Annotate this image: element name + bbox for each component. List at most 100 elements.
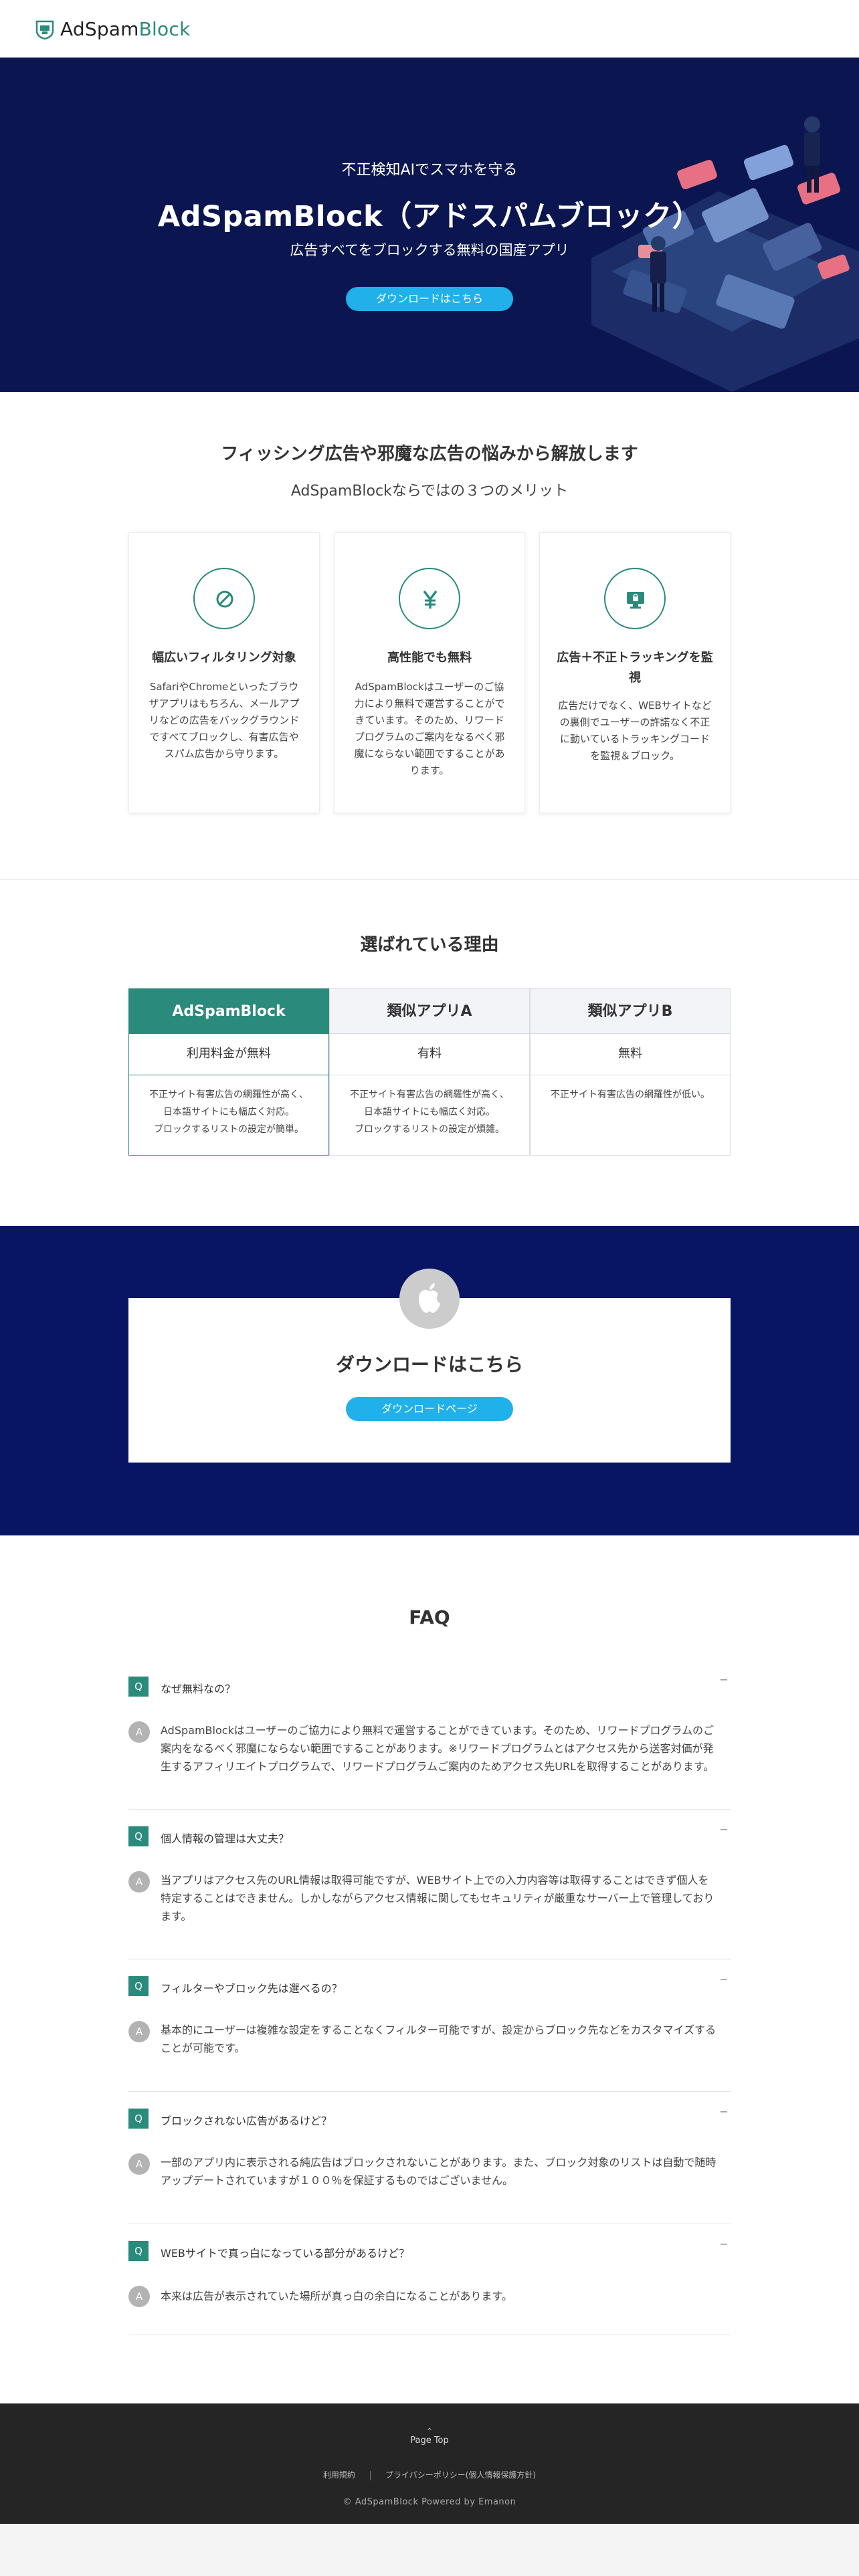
merit-card-line: リなどの広告をバックグラウンド — [149, 714, 300, 726]
faq-question: 個人情報の管理は大丈夫？ — [161, 1832, 290, 1845]
merit-card-title-line: 広告＋不正トラッキングを監 — [557, 651, 713, 665]
collapse-toggle-icon[interactable]: − — [717, 1824, 731, 1838]
site-footer: ^ Page Top 利用規約 プライバシーポリシー(個人情報保護方針) © Ad… — [0, 2403, 859, 2524]
card-icon-circle — [604, 568, 666, 629]
merit-card-text: 広告だけでなく、WEBサイトなど の裏側でユーザーの許諾なく不正 に動いているト… — [555, 697, 715, 764]
faq-item: Q 個人情報の管理は大丈夫？ − A 当アプリはアクセス先のURL情報は取得可能… — [128, 1824, 731, 1959]
comparison-line: 不正サイト有害広告の網羅性が低い。 — [551, 1089, 710, 1100]
faq-question-row[interactable]: Q 個人情報の管理は大丈夫？ − — [128, 1824, 731, 1848]
question-badge: Q — [128, 1976, 149, 1996]
faq-answer-line: AdSpamBlockはユーザーのご協力により無料で運営することができています。… — [161, 1724, 714, 1737]
merit-card-title: 高性能でも無料 — [387, 651, 472, 665]
reasons-title: 選ばれている理由 — [360, 935, 499, 955]
apple-icon — [418, 1283, 440, 1313]
comparison-column-app-a: 類似アプリA 有料 不正サイト有害広告の網羅性が高く、 日本語サイトにも幅広く対… — [329, 988, 530, 1156]
merit-card-line: ります。 — [409, 764, 450, 776]
merit-card-line: AdSpamBlockはユーザーのご協 — [355, 681, 504, 693]
merit-card-filtering: 幅広いフィルタリング対象 SafariやChromeといったブラウ ザアプリはも… — [128, 532, 320, 813]
collapse-toggle-icon[interactable]: − — [717, 1675, 731, 1688]
logo-ad: Ad — [60, 18, 85, 40]
faq-answer-line: 基本的にユーザーは複雑な設定をすることなくフィルター可能ですが、設定からブロック… — [161, 2024, 717, 2036]
comparison-price: 有料 — [329, 1034, 530, 1075]
merit-card-title-line: 視 — [629, 671, 641, 685]
comparison-line: 不正サイト有害広告の網羅性が高く、 — [350, 1089, 509, 1100]
monitor-lock-icon — [627, 592, 644, 609]
merit-card-text: AdSpamBlockはユーザーのご協 力により無料で運営することがで きていま… — [349, 679, 510, 779]
faq-question: フィルターやブロック先は選べるの？ — [161, 1982, 343, 1995]
merit-card-line: 広告だけでなく、WEBサイトなど — [558, 700, 712, 712]
collapse-toggle-icon[interactable]: − — [717, 2239, 731, 2252]
collapse-toggle-icon[interactable]: − — [717, 1974, 731, 1988]
hero-tagline: 広告すべてをブロックする無料の国産アプリ — [290, 242, 569, 258]
download-title: ダウンロードはこちら — [335, 1354, 523, 1376]
faq-answer-line: 一部のアプリ内に表示される純広告はブロックされないことがあります。また、ブロック… — [161, 2156, 717, 2169]
logo-spam: Spam — [84, 18, 139, 40]
comparison-description: 不正サイト有害広告の網羅性が高く、 日本語サイトにも幅広く対応。 ブロックするリ… — [329, 1075, 530, 1156]
faq-answer-line: 特定することはできません。しかしながらアクセス情報に関してもセキュリティが厳重な… — [161, 1892, 714, 1905]
download-page-button[interactable]: ダウンロードページ — [346, 1397, 513, 1421]
comparison-header: 類似アプリA — [329, 988, 530, 1034]
faq-question-row[interactable]: Q ブロックされない広告があるけど？ − — [128, 2107, 731, 2131]
footer-link-divider — [369, 2470, 371, 2480]
hero-title: AdSpamBlock（アドスパムブロック） — [157, 200, 702, 233]
merit-card-line: きています。そのため、リワード — [355, 714, 504, 726]
comparison-price: 無料 — [530, 1034, 731, 1075]
download-section: ダウンロードはこちら ダウンロードページ — [0, 1226, 859, 1535]
answer-badge: A — [128, 1721, 150, 1743]
collapse-toggle-icon[interactable]: − — [717, 2107, 731, 2120]
page-top-link[interactable]: ^ Page Top — [396, 2428, 463, 2446]
faq-answer-line: 生するアフィリエイトプログラムで、リワードプログラムご案内のためアクセス先URL… — [161, 1760, 714, 1773]
faq-answer: 基本的にユーザーは複雑な設定をすることなくフィルター可能ですが、設定からブロック… — [161, 2021, 720, 2057]
copyright: © AdSpamBlock Powered by Emanon — [343, 2497, 516, 2507]
hero-download-button[interactable]: ダウンロードはこちら — [346, 287, 513, 311]
faq-question: WEBサイトで真っ白になっている部分があるけど？ — [161, 2247, 410, 2260]
merit-card-line: に動いているトラッキングコード — [559, 733, 710, 745]
faq-question-row[interactable]: Q なぜ無料なの？ − — [128, 1675, 731, 1699]
faq-answer-line: 案内をなるべく邪魔にならない範囲ですることがあります。※リワードプログラムとはア… — [161, 1742, 714, 1755]
comparison-column-adspamblock: AdSpamBlock 利用料金が無料 不正サイト有害広告の網羅性が高く、 日本… — [128, 988, 329, 1156]
faq-answer-line: ことが可能です。 — [161, 2042, 246, 2054]
apple-badge — [399, 1269, 460, 1329]
shield-logo-icon — [35, 20, 54, 39]
merits-title: フィッシング広告や邪魔な広告の悩みから解放します — [221, 444, 638, 464]
comparison-line: ブロックするリストの設定が煩雑。 — [355, 1124, 504, 1135]
merit-card-free: 高性能でも無料 AdSpamBlockはユーザーのご協 力により無料で運営するこ… — [334, 532, 525, 813]
card-icon-circle — [193, 568, 255, 629]
card-icon-circle — [399, 568, 460, 629]
faq-question-row[interactable]: Q フィルターやブロック先は選べるの？ − — [128, 1974, 731, 1998]
comparison-line: 不正サイト有害広告の網羅性が高く、 — [149, 1089, 308, 1100]
comparison-header: 類似アプリB — [530, 988, 731, 1034]
merits-subtitle: AdSpamBlockならではの３つのメリット — [290, 483, 569, 500]
merit-card-line: 魔にならない範囲ですることがあ — [354, 748, 505, 760]
block-icon — [216, 591, 233, 608]
logo-text: AdSpamBlock — [60, 18, 190, 40]
faq-answer-line: 本来は広告が表示されていた場所が真っ白の余白になることがあります。 — [161, 2290, 512, 2302]
merit-card-line: SafariやChromeといったブラウ — [149, 681, 299, 693]
site-logo[interactable]: AdSpamBlock — [35, 18, 190, 40]
question-badge: Q — [128, 1677, 149, 1697]
footer-links: 利用規約 プライバシーポリシー(個人情報保護方針) — [0, 2469, 859, 2480]
answer-badge: A — [128, 1871, 150, 1893]
faq-question: なぜ無料なの？ — [161, 1683, 236, 1695]
faq-answer-line: ます。 — [161, 1910, 192, 1923]
faq-answer: 一部のアプリ内に表示される純広告はブロックされないことがあります。また、ブロック… — [161, 2153, 720, 2189]
page-top-label: Page Top — [410, 2436, 449, 2446]
faq-item: Q なぜ無料なの？ − A AdSpamBlockはユーザーのご協力により無料で… — [128, 1675, 731, 1810]
comparison-price: 利用料金が無料 — [128, 1034, 329, 1075]
comparison-line: 日本語サイトにも幅広く対応。 — [364, 1107, 495, 1117]
merit-card-title: 幅広いフィルタリング対象 — [152, 651, 296, 665]
hero-subtitle: 不正検知AIでスマホを守る — [341, 162, 518, 179]
comparison-description: 不正サイト有害広告の網羅性が低い。 — [530, 1075, 731, 1156]
comparison-column-app-b: 類似アプリB 無料 不正サイト有害広告の網羅性が低い。 — [530, 988, 731, 1156]
merit-card-line: スパム広告から守ります。 — [164, 748, 284, 760]
faq-question-row[interactable]: Q WEBサイトで真っ白になっている部分があるけど？ − — [128, 2239, 731, 2263]
merit-card-line: プログラムのご案内をなるべく邪 — [354, 731, 505, 743]
privacy-policy-link[interactable]: プライバシーポリシー(個人情報保護方針) — [385, 2470, 536, 2480]
site-header: AdSpamBlock — [0, 0, 859, 58]
logo-block: Block — [138, 18, 191, 40]
hero-section: 不正検知AIでスマホを守る AdSpamBlock（アドスパムブロック） 広告す… — [0, 58, 859, 392]
reasons-section: 選ばれている理由 AdSpamBlock 利用料金が無料 不正サイト有害広告の網… — [0, 880, 859, 1226]
merit-card-line: 力により無料で運営することがで — [354, 697, 505, 710]
terms-link[interactable]: 利用規約 — [323, 2470, 355, 2480]
merit-card-line: を監視＆ブロック。 — [590, 750, 680, 762]
